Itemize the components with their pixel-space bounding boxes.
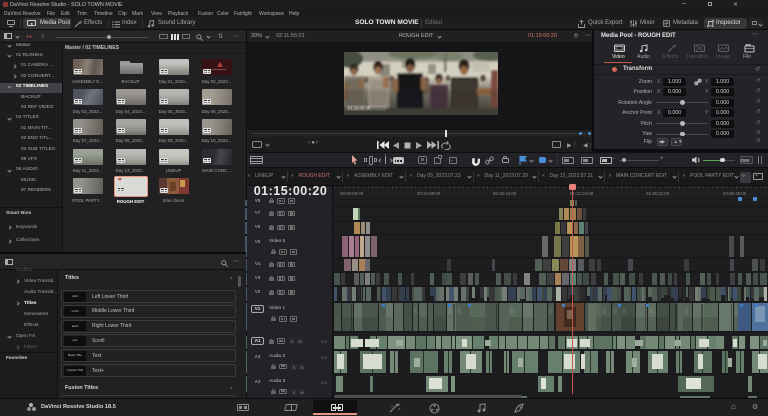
- svg-text:01:15:00:20: 01:15:00:20: [348, 106, 371, 111]
